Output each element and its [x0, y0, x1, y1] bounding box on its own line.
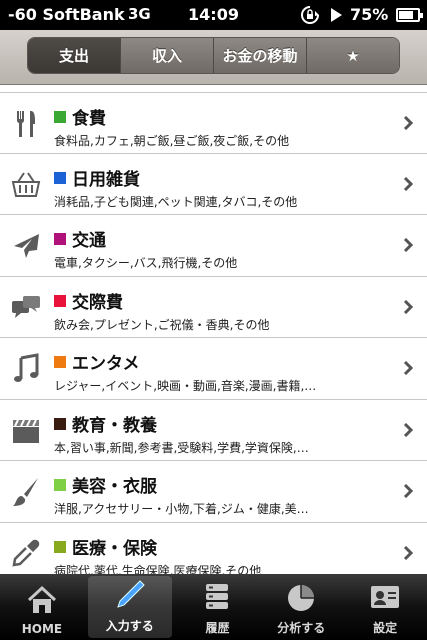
- category-color-swatch: [54, 171, 66, 184]
- category-color-swatch: [54, 356, 66, 368]
- rotation-lock-icon: [301, 6, 319, 24]
- category-title: 教育・教養: [72, 415, 157, 436]
- clapperboard-icon: [10, 415, 42, 447]
- music-note-icon: [10, 353, 42, 385]
- category-subtitle: 電車,タクシー,バス,飛行機,その他: [54, 256, 238, 270]
- tab-2[interactable]: 履歴: [176, 574, 260, 640]
- tab-label: 設定: [373, 621, 398, 635]
- category-color-swatch: [54, 479, 66, 491]
- tab-1[interactable]: 入力する: [87, 576, 172, 638]
- play-icon: [331, 8, 342, 22]
- category-row[interactable]: 交際費飲み会,プレゼント,ご祝儀・香典,その他: [0, 276, 427, 338]
- tab-3[interactable]: 分析する: [259, 574, 343, 640]
- category-color-swatch: [54, 294, 66, 307]
- screen: -60 SoftBank 3G 14:09 75% 支出 収入 お金の移動 ★ 食費食…: [0, 0, 427, 640]
- chevron-right-icon: [403, 116, 413, 130]
- airplane-icon: [10, 230, 42, 262]
- category-row[interactable]: 食費食料品,カフェ,朝ご飯,昼ご飯,夜ご飯,その他: [0, 92, 427, 154]
- segment-0[interactable]: 支出: [28, 38, 121, 73]
- category-row[interactable]: 美容・衣服洋服,アクセサリー・小物,下着,ジム・健康,美…: [0, 461, 427, 523]
- fork-knife-icon: [10, 108, 42, 140]
- category-subtitle: 洋服,アクセサリー・小物,下着,ジム・健康,美…: [54, 502, 309, 516]
- category-color-swatch: [54, 111, 66, 123]
- tab-label: 分析する: [277, 621, 326, 635]
- chevron-right-icon: [403, 484, 413, 498]
- tab-label: 履歴: [205, 621, 230, 635]
- chevron-right-icon: [403, 422, 413, 437]
- category-subtitle: 消耗品,子ども関連,ペット関連,タバコ,その他: [54, 194, 298, 209]
- home-icon: [25, 583, 59, 617]
- segment-2[interactable]: お金の移動: [214, 38, 307, 73]
- battery-percent: 75%: [350, 5, 389, 24]
- category-subtitle: レジャー,イベント,映画・動画,音楽,漫画,書籍,…: [54, 379, 317, 393]
- battery-icon: [396, 8, 423, 22]
- brush-icon: [10, 476, 42, 508]
- category-subtitle: 本,習い事,新聞,参考書,受験料,学費,学資保険,…: [54, 440, 309, 455]
- status-bar: -60 SoftBank 3G 14:09 75%: [0, 0, 427, 30]
- pen-icon: [113, 578, 147, 612]
- chevron-right-icon: [403, 176, 413, 191]
- category-title: 交通: [72, 231, 106, 251]
- category-row[interactable]: 交通電車,タクシー,バス,飛行機,その他: [0, 215, 427, 277]
- category-title: エンタメ: [72, 354, 140, 374]
- category-title: 交際費: [72, 292, 123, 313]
- category-subtitle: 食料品,カフェ,朝ご飯,昼ご飯,夜ご飯,その他: [54, 134, 290, 148]
- type-segmented-control: 支出 収入 お金の移動 ★: [27, 37, 400, 74]
- category-title: 医療・保険: [72, 538, 157, 559]
- tab-4[interactable]: 設定: [343, 574, 427, 640]
- category-row[interactable]: エンタメレジャー,イベント,映画・動画,音楽,漫画,書籍,…: [0, 338, 427, 400]
- category-title: 美容・衣服: [72, 477, 157, 497]
- dropper-icon: [10, 538, 42, 570]
- category-title: 日用雑貨: [72, 169, 140, 190]
- category-row[interactable]: 日用雑貨消耗品,子ども関連,ペット関連,タバコ,その他: [0, 153, 427, 215]
- basket-icon: [10, 169, 42, 201]
- chevron-right-icon: [403, 299, 413, 314]
- tab-bar: HOME 入力する 履歴 分析する 設定: [0, 574, 427, 640]
- category-color-swatch: [54, 540, 66, 553]
- settings-card-icon: [368, 580, 402, 614]
- chevron-right-icon: [403, 238, 413, 252]
- battery-fill: [399, 11, 413, 19]
- tab-label: HOME: [21, 622, 63, 636]
- category-subtitle: 飲み会,プレゼント,ご祝儀・香典,その他: [54, 317, 270, 332]
- category-row[interactable]: 教育・教養本,習い事,新聞,参考書,受験料,学費,学資保険,…: [0, 399, 427, 461]
- category-color-swatch: [54, 417, 66, 430]
- category-list: 食費食料品,カフェ,朝ご飯,昼ご飯,夜ご飯,その他日用雑貨消耗品,子ども関連,ペ…: [0, 92, 427, 584]
- segment-3[interactable]: ★: [307, 38, 399, 73]
- header: 支出 収入 お金の移動 ★: [0, 30, 427, 85]
- pie-chart-icon: [284, 580, 318, 614]
- chat-bubbles-icon: [10, 292, 42, 324]
- tab-0[interactable]: HOME: [0, 574, 84, 640]
- category-color-swatch: [54, 233, 66, 245]
- category-title: 食費: [72, 109, 106, 129]
- chevron-right-icon: [403, 545, 413, 560]
- history-icon: [200, 580, 234, 614]
- segment-1[interactable]: 収入: [121, 38, 214, 73]
- chevron-right-icon: [403, 361, 413, 375]
- tab-label: 入力する: [105, 619, 154, 633]
